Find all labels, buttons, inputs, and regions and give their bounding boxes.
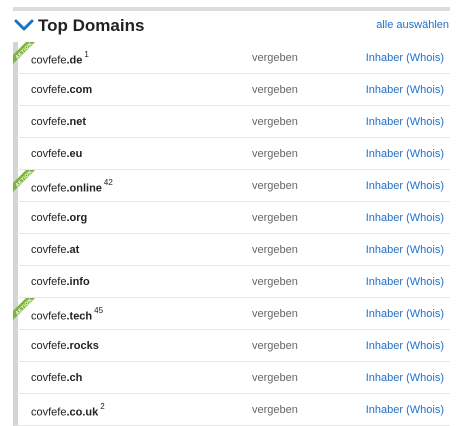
domain-row[interactable]: covfefe.net vergeben Inhaber (Whois): [13, 106, 450, 138]
whois-owner-link[interactable]: Inhaber (Whois): [366, 340, 444, 352]
footnote-marker: 1: [84, 50, 89, 59]
chevron-down-icon[interactable]: [13, 18, 35, 34]
whois-owner-link[interactable]: Inhaber (Whois): [366, 372, 444, 384]
domain-row[interactable]: AKTION covfefe.online42 vergeben Inhaber (W…: [13, 170, 450, 202]
domain-status: vergeben: [252, 404, 298, 416]
domain-status: vergeben: [252, 84, 298, 96]
domain-row[interactable]: covfefe.co.uk2 vergeben Inhaber (Whois): [13, 394, 450, 426]
domain-name: covfefe.ch: [31, 372, 82, 384]
domain-label: covfefe: [31, 182, 67, 195]
whois-owner-link[interactable]: Inhaber (Whois): [366, 244, 444, 256]
whois-owner-link[interactable]: Inhaber (Whois): [366, 52, 444, 64]
top-domains-header: Top Domains alle auswählen: [13, 11, 450, 43]
whois-owner-link[interactable]: Inhaber (Whois): [366, 84, 444, 96]
domain-list: AKTION covfefe.de1 vergeben Inhaber (Whois)…: [13, 42, 450, 426]
select-all-link[interactable]: alle auswählen: [376, 19, 449, 31]
domain-status: vergeben: [252, 244, 298, 256]
domain-status: vergeben: [252, 180, 298, 192]
domain-label: covfefe: [31, 372, 67, 384]
domain-status: vergeben: [252, 276, 298, 288]
domain-status: vergeben: [252, 308, 298, 320]
domain-label: covfefe: [31, 54, 67, 67]
whois-owner-link[interactable]: Inhaber (Whois): [366, 148, 444, 160]
domain-tld: .tech: [66, 310, 93, 323]
domain-tld: .com: [66, 84, 93, 96]
whois-owner-link[interactable]: Inhaber (Whois): [366, 276, 444, 288]
domain-row[interactable]: AKTION covfefe.de1 vergeben Inhaber (Whois): [13, 42, 450, 74]
domain-row[interactable]: covfefe.ch vergeben Inhaber (Whois): [13, 362, 450, 394]
domain-name: covfefe.at: [31, 244, 79, 256]
domain-label: covfefe: [31, 310, 67, 323]
domain-tld: .info: [66, 276, 90, 288]
domain-tld: .ch: [66, 372, 83, 384]
domain-label: covfefe: [31, 84, 67, 96]
domain-tld: .co.uk: [66, 406, 99, 419]
domain-row[interactable]: covfefe.org vergeben Inhaber (Whois): [13, 202, 450, 234]
domain-name: covfefe.rocks: [31, 340, 99, 352]
domain-label: covfefe: [31, 212, 67, 224]
whois-owner-link[interactable]: Inhaber (Whois): [366, 212, 444, 224]
domain-name: covfefe.eu: [31, 148, 82, 160]
domain-name: covfefe.tech45: [31, 306, 104, 323]
domain-tld: .net: [66, 116, 87, 128]
footnote-marker: 42: [103, 178, 113, 187]
domain-name: covfefe.com: [31, 84, 92, 96]
domain-tld: .de: [66, 54, 83, 67]
domain-row[interactable]: covfefe.rocks vergeben Inhaber (Whois): [13, 330, 450, 362]
whois-owner-link[interactable]: Inhaber (Whois): [366, 404, 444, 416]
domain-name: covfefe.co.uk2: [31, 402, 105, 419]
domain-name: covfefe.org: [31, 212, 87, 224]
whois-owner-link[interactable]: Inhaber (Whois): [366, 180, 444, 192]
domain-row[interactable]: covfefe.com vergeben Inhaber (Whois): [13, 74, 450, 106]
domain-status: vergeben: [252, 148, 298, 160]
domain-row[interactable]: covfefe.eu vergeben Inhaber (Whois): [13, 138, 450, 170]
domain-label: covfefe: [31, 276, 67, 288]
domain-label: covfefe: [31, 244, 67, 256]
domain-label: covfefe: [31, 406, 67, 419]
domain-tld: .org: [66, 212, 88, 224]
domain-status: vergeben: [252, 116, 298, 128]
domain-name: covfefe.net: [31, 116, 86, 128]
domain-label: covfefe: [31, 148, 67, 160]
domain-tld: .eu: [66, 148, 83, 160]
domain-row[interactable]: AKTION covfefe.tech45 vergeben Inhaber (Who…: [13, 298, 450, 330]
domain-name: covfefe.info: [31, 276, 90, 288]
domain-tld: .at: [66, 244, 80, 256]
domain-label: covfefe: [31, 116, 67, 128]
domain-tld: .rocks: [66, 340, 99, 352]
domain-label: covfefe: [31, 340, 67, 352]
domain-name: covfefe.online42: [31, 178, 113, 195]
footnote-marker: 45: [94, 306, 104, 315]
section-title: Top Domains: [38, 16, 145, 35]
domain-row[interactable]: covfefe.at vergeben Inhaber (Whois): [13, 234, 450, 266]
domain-tld: .online: [66, 182, 102, 195]
domain-status: vergeben: [252, 340, 298, 352]
footnote-marker: 2: [100, 402, 105, 411]
domain-status: vergeben: [252, 372, 298, 384]
domain-status: vergeben: [252, 52, 298, 64]
domain-status: vergeben: [252, 212, 298, 224]
whois-owner-link[interactable]: Inhaber (Whois): [366, 308, 444, 320]
domain-name: covfefe.de1: [31, 50, 89, 67]
domain-row[interactable]: covfefe.info vergeben Inhaber (Whois): [13, 266, 450, 298]
whois-owner-link[interactable]: Inhaber (Whois): [366, 116, 444, 128]
